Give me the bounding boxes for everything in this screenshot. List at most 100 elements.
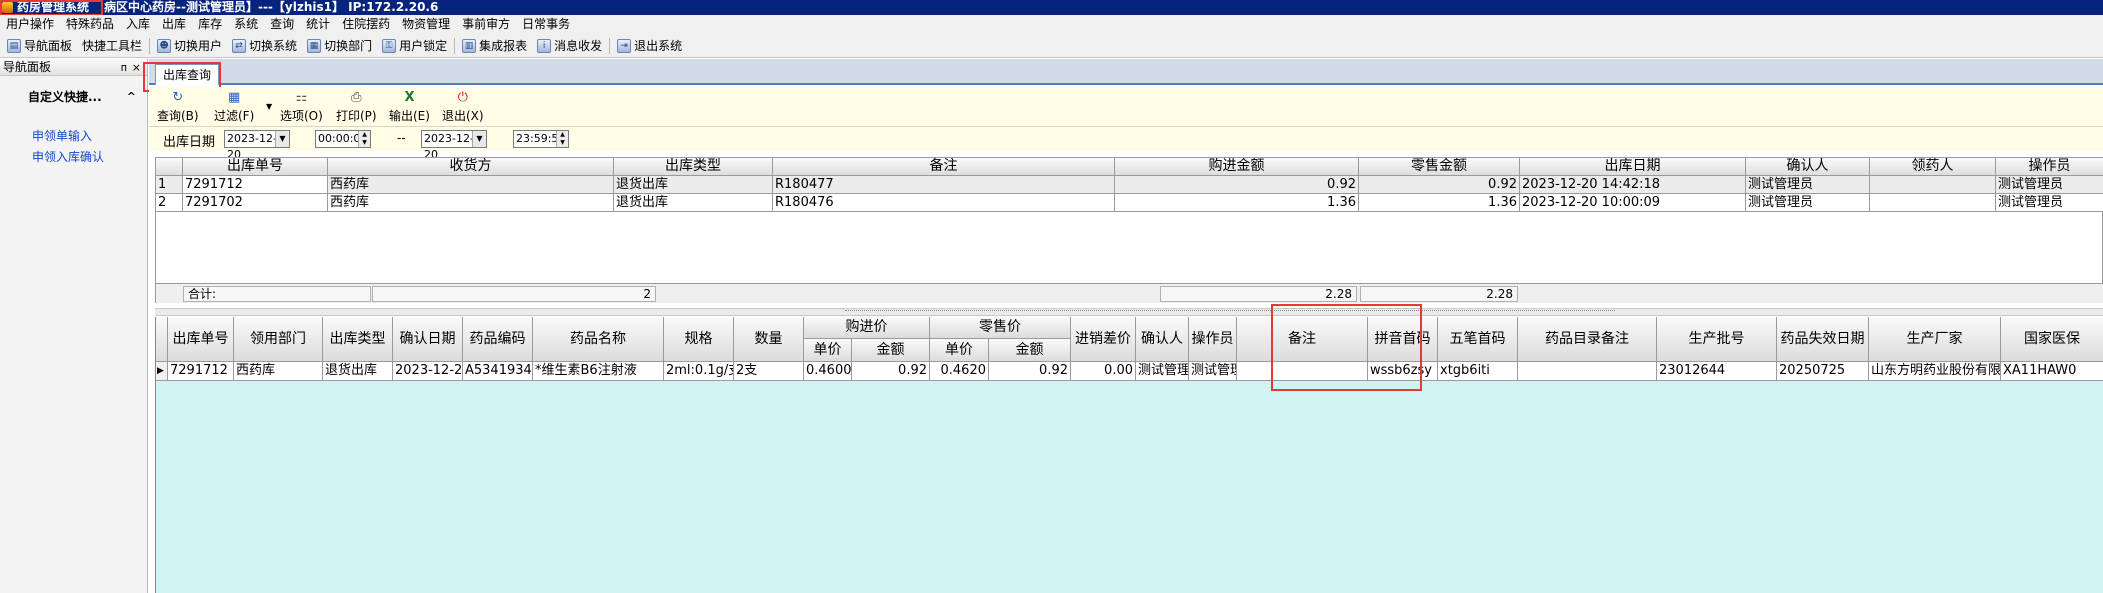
cell-recipient[interactable]	[1870, 194, 1996, 212]
chevron-down-icon[interactable]: ▼	[275, 131, 289, 147]
splitter[interactable]	[155, 308, 2103, 316]
chevron-down-icon[interactable]: ▼	[472, 131, 486, 147]
switch-user-button[interactable]: ☻ 切换用户	[152, 35, 227, 57]
col-header-outbound-type[interactable]: 出库类型	[614, 158, 773, 176]
nav-group-custom-shortcuts[interactable]: 自定义快捷... ^	[6, 87, 140, 107]
cell-pinyin-code[interactable]: wssb6zsy	[1368, 362, 1438, 381]
report-button[interactable]: ▥ 集成报表	[457, 35, 532, 57]
col-header-drug-name[interactable]: 药品名称	[533, 317, 664, 362]
query-button[interactable]: ↻ 查询(B)	[157, 90, 199, 124]
spinner-icon[interactable]: ▲ ▼	[358, 131, 370, 147]
col-header-catalog-remark[interactable]: 药品目录备注	[1518, 317, 1657, 362]
menu-daily-affairs[interactable]: 日常事务	[516, 15, 576, 34]
cell-manufacturer[interactable]: 山东方明药业股份有限公司	[1869, 362, 2001, 381]
export-button[interactable]: X 输出(E)	[389, 90, 430, 124]
cell-operator[interactable]: 测试管理员	[1996, 194, 2103, 212]
switch-system-button[interactable]: ⇄ 切换系统	[227, 35, 302, 57]
cell-outbound-no[interactable]: 7291712	[168, 362, 234, 381]
quick-toolbar-button[interactable]: 快捷工具栏	[77, 35, 147, 57]
menu-inbound[interactable]: 入库	[120, 15, 156, 34]
col-header-manufacturer[interactable]: 生产厂家	[1869, 317, 2001, 362]
cell-outbound-type[interactable]: 退货出库	[614, 194, 773, 212]
cell-quantity[interactable]: 2支	[734, 362, 804, 381]
col-header-receiver[interactable]: 收货方	[328, 158, 614, 176]
time-from-input[interactable]: 00:00:01 ▲ ▼	[315, 130, 371, 148]
cell-catalog-remark[interactable]	[1518, 362, 1657, 381]
filter-button[interactable]: ▦ 过滤(F)	[214, 90, 254, 124]
nav-link-requisition-input[interactable]: 申领单输入	[32, 127, 92, 144]
cell-national-insurance[interactable]: XA11HAW0	[2001, 362, 2103, 381]
col-header-price-diff[interactable]: 进销差价	[1071, 317, 1136, 362]
col-header-remark[interactable]: 备注	[1237, 317, 1368, 362]
col-header-expiry-date[interactable]: 药品失效日期	[1777, 317, 1869, 362]
cell-batch-no[interactable]: 23012644	[1657, 362, 1777, 381]
nav-panel-button[interactable]: ▤ 导航面板	[2, 35, 77, 57]
exit-button[interactable]: ⏻ 退出(X)	[442, 90, 484, 124]
col-header-operator[interactable]: 操作员	[1996, 158, 2103, 176]
menu-query[interactable]: 查询	[264, 15, 300, 34]
splitter-grip[interactable]	[845, 310, 1615, 314]
cell-retail-unit-price[interactable]: 0.4620	[930, 362, 989, 381]
col-header-retail-amount[interactable]: 金额	[989, 339, 1071, 362]
col-header-outbound-type[interactable]: 出库类型	[323, 317, 393, 362]
menu-supplies[interactable]: 物资管理	[396, 15, 456, 34]
cell-retail-amount[interactable]: 0.92	[1359, 176, 1520, 194]
col-header-quantity[interactable]: 数量	[734, 317, 804, 362]
lock-user-button[interactable]: ⚿ 用户锁定	[377, 35, 452, 57]
options-dropdown-icon[interactable]: ▼	[266, 102, 272, 111]
cell-remark[interactable]: R180477	[773, 176, 1115, 194]
cell-price-diff[interactable]: 0.00	[1071, 362, 1136, 381]
nav-link-requisition-confirm[interactable]: 申领入库确认	[32, 148, 104, 165]
print-button[interactable]: ⎙ 打印(P)	[336, 90, 377, 124]
cell-outbound-no[interactable]: 7291712	[183, 176, 328, 194]
menu-inpatient-dispensing[interactable]: 住院摆药	[336, 15, 396, 34]
cell-purchase-amount[interactable]: 0.92	[852, 362, 930, 381]
menu-user-ops[interactable]: 用户操作	[0, 15, 60, 34]
menu-special-drugs[interactable]: 特殊药品	[60, 15, 120, 34]
col-header-operator[interactable]: 操作员	[1189, 317, 1237, 362]
time-to-input[interactable]: 23:59:59 ▲ ▼	[513, 130, 569, 148]
collapse-icon[interactable]: ^	[127, 87, 136, 107]
cell-remark[interactable]	[1237, 362, 1368, 381]
col-header-purchase-unit[interactable]: 单价	[804, 339, 852, 362]
cell-confirmer[interactable]: 测试管理员	[1746, 194, 1870, 212]
col-header-recipient[interactable]: 领药人	[1870, 158, 1996, 176]
col-header-purchase-amount[interactable]: 金额	[852, 339, 930, 362]
col-header-dept[interactable]: 领用部门	[234, 317, 323, 362]
col-header-retail-unit[interactable]: 单价	[930, 339, 989, 362]
cell-outbound-date[interactable]: 2023-12-20 10:00:09	[1520, 194, 1746, 212]
col-header-outbound-date[interactable]: 出库日期	[1520, 158, 1746, 176]
cell-recipient[interactable]	[1870, 176, 1996, 194]
cell-retail-amount[interactable]: 0.92	[989, 362, 1071, 381]
cell-confirm-date[interactable]: 2023-12-20	[393, 362, 463, 381]
col-header-drug-code[interactable]: 药品编码	[463, 317, 533, 362]
col-header-confirmer[interactable]: 确认人	[1136, 317, 1189, 362]
col-header-remark[interactable]: 备注	[773, 158, 1115, 176]
col-header-batch-no[interactable]: 生产批号	[1657, 317, 1777, 362]
table-row[interactable]: 2 7291702 西药库 退货出库 R180476 1.36 1.36 202…	[156, 194, 2103, 212]
menu-outbound[interactable]: 出库	[156, 15, 192, 34]
spinner-icon[interactable]: ▲ ▼	[556, 131, 568, 147]
options-button[interactable]: ⚏ 选项(O)	[280, 90, 323, 124]
col-header-purchase-amount[interactable]: 购进金额	[1115, 158, 1359, 176]
col-header-pinyin-code[interactable]: 拼音首码	[1368, 317, 1438, 362]
cell-purchase-amount[interactable]: 0.92	[1115, 176, 1359, 194]
pin-icon[interactable]: ᴨ	[121, 59, 127, 76]
cell-outbound-date[interactable]: 2023-12-20 14:42:18	[1520, 176, 1746, 194]
close-icon[interactable]: ×	[132, 59, 141, 76]
cell-operator[interactable]: 测试管理员	[1996, 176, 2103, 194]
col-header-spec[interactable]: 规格	[664, 317, 734, 362]
tab-outbound-query[interactable]: 出库查询	[155, 64, 220, 85]
switch-dept-button[interactable]: ▦ 切换部门	[302, 35, 377, 57]
col-header-confirm-date[interactable]: 确认日期	[393, 317, 463, 362]
date-to-picker[interactable]: 2023-12-20 ▼	[421, 130, 487, 161]
cell-receiver[interactable]: 西药库	[328, 194, 614, 212]
cell-purchase-unit-price[interactable]: 0.4600	[804, 362, 852, 381]
cell-drug-name[interactable]: *维生素B6注射液	[533, 362, 664, 381]
cell-purchase-amount[interactable]: 1.36	[1115, 194, 1359, 212]
col-header-outbound-no[interactable]: 出库单号	[183, 158, 328, 176]
col-header-wubi-code[interactable]: 五笔首码	[1438, 317, 1518, 362]
cell-receiver[interactable]: 西药库	[328, 176, 614, 194]
table-row[interactable]: 1 7291712 西药库 退货出库 R180477 0.92 0.92 202…	[156, 176, 2103, 194]
cell-confirmer[interactable]: 测试管理员	[1136, 362, 1189, 381]
